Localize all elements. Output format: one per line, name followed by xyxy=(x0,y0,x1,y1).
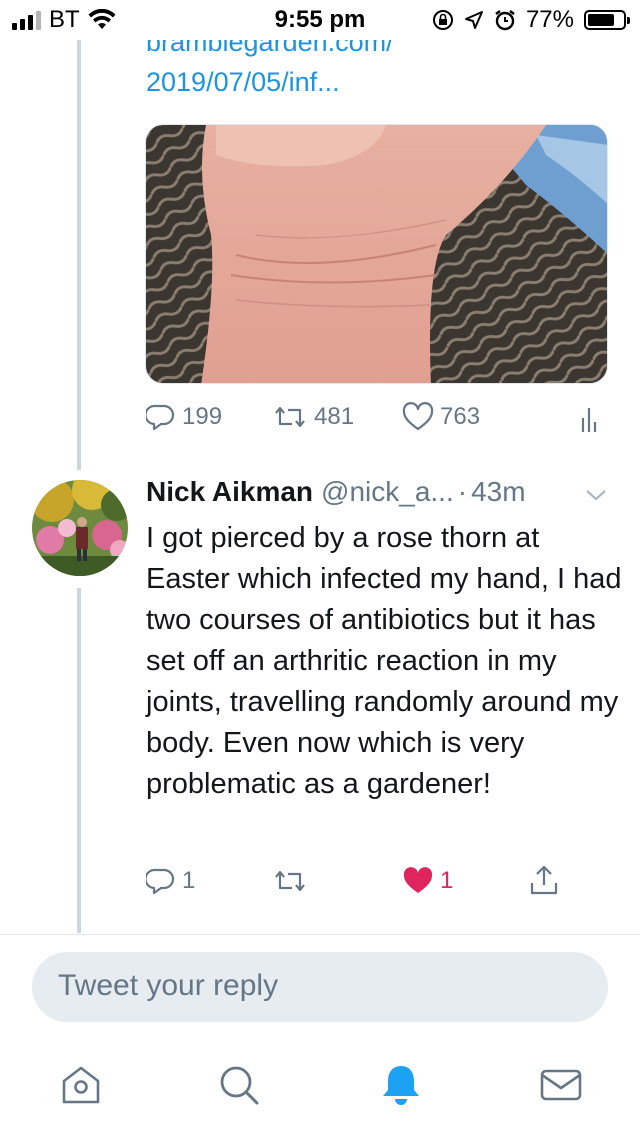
tab-messages[interactable] xyxy=(538,1062,584,1113)
tab-bar xyxy=(0,1040,640,1136)
tab-search[interactable] xyxy=(216,1062,262,1113)
home-icon xyxy=(62,1066,100,1104)
share-icon xyxy=(530,865,558,895)
avatar-garden-photo-icon xyxy=(32,480,128,576)
avatar[interactable] xyxy=(32,480,128,576)
tweet-media-image[interactable] xyxy=(145,124,608,384)
like-button[interactable]: 1 xyxy=(402,866,453,896)
reply-count-prev: 199 xyxy=(182,403,223,430)
retweet-button-prev[interactable]: 481 xyxy=(272,402,354,432)
tweet-text: I got pierced by a rose thorn at Easter … xyxy=(146,522,622,800)
reply-count: 1 xyxy=(182,867,196,894)
header-separator: · xyxy=(457,476,468,507)
status-bar: BT 9:55 pm 77% xyxy=(0,0,640,40)
reply-button[interactable]: 1 xyxy=(146,866,195,896)
alarm-icon xyxy=(495,10,515,31)
search-icon xyxy=(220,1066,259,1105)
tweet-header: Nick Aikman @nick_a... · 43m xyxy=(146,476,526,508)
thread-line-top xyxy=(77,40,81,470)
reply-input-placeholder: Tweet your reply xyxy=(58,969,279,1002)
like-button-prev[interactable]: 763 xyxy=(402,402,480,432)
tweet-link-line-2: 2019/07/05/inf... xyxy=(146,67,340,97)
messages-icon xyxy=(540,1069,582,1101)
retweet-count-prev: 481 xyxy=(314,403,355,430)
share-button[interactable] xyxy=(528,864,560,896)
notifications-icon xyxy=(383,1066,419,1105)
heart-filled-icon xyxy=(403,867,433,893)
analytics-icon xyxy=(581,408,597,432)
location-icon xyxy=(464,11,483,29)
thread-line-bottom xyxy=(77,588,81,933)
retweet-button[interactable] xyxy=(272,866,308,896)
reply-button-prev[interactable]: 199 xyxy=(146,402,222,432)
retweet-icon xyxy=(275,406,305,428)
battery-percent: 77% xyxy=(525,6,574,33)
tweet-time: 43m xyxy=(471,476,526,507)
retweet-icon xyxy=(275,870,305,892)
tab-notifications[interactable] xyxy=(378,1062,424,1113)
reply-input[interactable]: Tweet your reply xyxy=(32,952,608,1022)
reply-icon xyxy=(146,868,175,895)
rotation-lock-icon xyxy=(432,10,453,30)
heart-outline-icon xyxy=(402,402,434,431)
analytics-button-prev[interactable] xyxy=(580,404,602,434)
photo-of-wrist-icon xyxy=(146,125,607,383)
like-count: 1 xyxy=(440,867,454,894)
chevron-down-icon[interactable] xyxy=(584,486,608,504)
tab-home[interactable] xyxy=(58,1062,104,1113)
author-handle[interactable]: @nick_a... xyxy=(321,476,454,508)
divider xyxy=(0,934,640,935)
battery-icon xyxy=(584,10,630,30)
status-right: 77% xyxy=(432,6,630,34)
author-name[interactable]: Nick Aikman xyxy=(146,476,313,508)
reply-icon xyxy=(146,404,175,431)
like-count-prev: 763 xyxy=(440,403,481,430)
